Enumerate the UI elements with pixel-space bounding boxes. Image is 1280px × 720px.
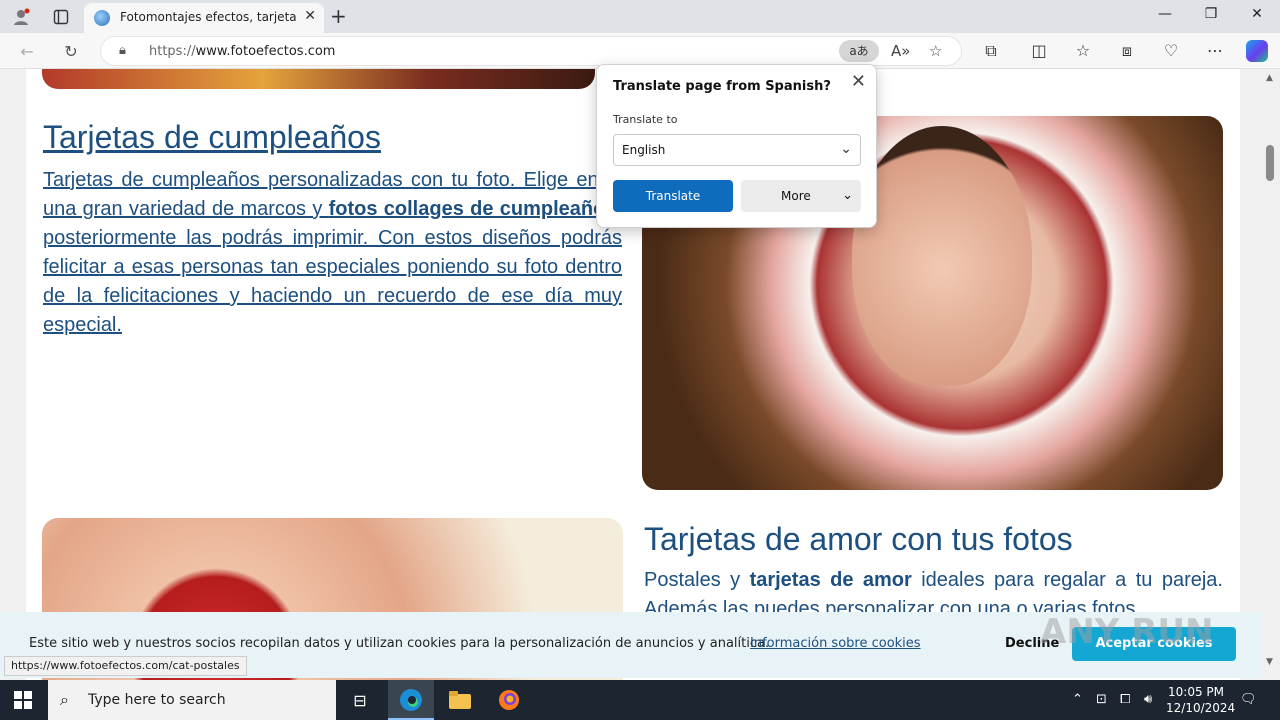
page-scrollbar[interactable]: ▲ ▼ [1262,69,1280,680]
close-popup-icon[interactable]: ✕ [851,71,866,92]
edge-taskbar-button[interactable] [388,680,434,720]
url-text[interactable]: https://www.fotoefectos.com [149,44,335,59]
task-view-icon[interactable]: ⊟ [348,688,372,712]
browser-essentials-icon[interactable]: ♡ [1160,41,1182,60]
cookie-text: Este sitio web y nuestros socios recopil… [29,636,770,651]
top-partial-image[interactable] [42,69,595,89]
show-hidden-icons-icon[interactable]: ⌃ [1072,692,1083,707]
translate-popup-title: Translate page from Spanish? [613,79,831,94]
file-explorer-icon[interactable] [448,688,472,712]
favorites-icon[interactable]: ☆ [1072,41,1094,60]
clock-time: 10:05 PM [1168,685,1224,699]
edge-icon [400,689,422,711]
ethernet-icon[interactable]: ⧠ [1120,692,1130,707]
tab-title: Fotomontajes efectos, tarjetas de [120,10,296,24]
minimize-icon[interactable]: — [1150,6,1180,22]
read-aloud-icon[interactable]: A» [891,42,910,60]
love-cards-heading[interactable]: Tarjetas de amor con tus fotos [644,521,1073,558]
network-tray-icon[interactable]: ⊡ [1096,692,1107,707]
notifications-icon[interactable]: 🗨︎ [1240,692,1257,707]
more-button-label: More [781,189,811,203]
site-favicon-icon [94,10,110,26]
scroll-up-icon[interactable]: ▲ [1266,73,1273,83]
volume-icon[interactable]: 🔊︎ [1144,692,1152,707]
scrollbar-thumb[interactable] [1266,145,1274,181]
anyrun-watermark: ANY RUN [1040,612,1214,652]
taskbar-search-box[interactable]: ⌕ Type here to search [48,680,336,720]
translate-to-label: Translate to [613,113,678,126]
firefox-icon[interactable] [497,688,521,712]
cake-face-image [852,126,1032,386]
chevron-down-icon: ⌄ [840,141,852,157]
taskbar-clock[interactable]: 10:05 PM 12/10/2024 [1166,684,1236,716]
back-icon[interactable]: ← [16,40,38,62]
status-bar-url: https://www.fotoefectos.com/cat-postales [4,656,247,676]
chevron-down-icon: ⌄ [842,188,853,203]
translate-icon[interactable]: aあ [839,40,879,62]
tab-active[interactable]: Fotomontajes efectos, tarjetas de ✕ [84,3,324,33]
taskbar-search-placeholder: Type here to search [88,692,226,708]
profile-icon[interactable] [10,6,32,28]
cookie-info-link[interactable]: Información sobre cookies [750,636,921,651]
screen: Fotomontajes efectos, tarjetas de ✕ + — … [0,0,1280,720]
extensions-icon[interactable]: ⧉ [980,41,1002,61]
selected-language: English [622,143,666,157]
copilot-icon[interactable] [1246,40,1268,62]
scroll-down-icon[interactable]: ▼ [1266,657,1273,667]
tab-bar: Fotomontajes efectos, tarjetas de ✕ + — … [0,0,1280,33]
favorite-star-icon[interactable]: ☆ [929,42,942,60]
collections-icon[interactable]: ⧈ [1116,41,1138,61]
windows-taskbar: ⌕ Type here to search ⊟ ⌃ ⊡ ⧠ 🔊︎ 10:05 P… [0,680,1280,720]
translate-button[interactable]: Translate [613,180,733,212]
address-bar[interactable]: 🔒︎ https://www.fotoefectos.com aあ A» ☆ [100,36,962,66]
tab-actions-icon[interactable] [50,6,72,28]
lock-icon[interactable]: 🔒︎ [119,43,126,58]
settings-more-icon[interactable]: ⋯ [1204,41,1226,60]
close-tab-icon[interactable]: ✕ [304,8,316,24]
restore-icon[interactable]: ❐ [1196,6,1226,22]
refresh-icon[interactable]: ↻ [60,40,82,62]
split-screen-icon[interactable]: ◫ [1028,41,1050,60]
more-button[interactable]: More ⌄ [741,180,861,212]
translate-popup: Translate page from Spanish? ✕ Translate… [596,64,877,228]
birthday-cards-description[interactable]: Tarjetas de cumpleaños personalizadas co… [43,166,622,340]
search-icon: ⌕ [60,690,69,709]
windows-start-icon[interactable] [14,691,32,709]
close-window-icon[interactable]: ✕ [1242,6,1272,22]
new-tab-icon[interactable]: + [330,4,347,28]
language-select[interactable]: English ⌄ [613,134,861,166]
birthday-cards-heading[interactable]: Tarjetas de cumpleaños [43,119,381,156]
clock-date: 12/10/2024 [1166,701,1236,715]
